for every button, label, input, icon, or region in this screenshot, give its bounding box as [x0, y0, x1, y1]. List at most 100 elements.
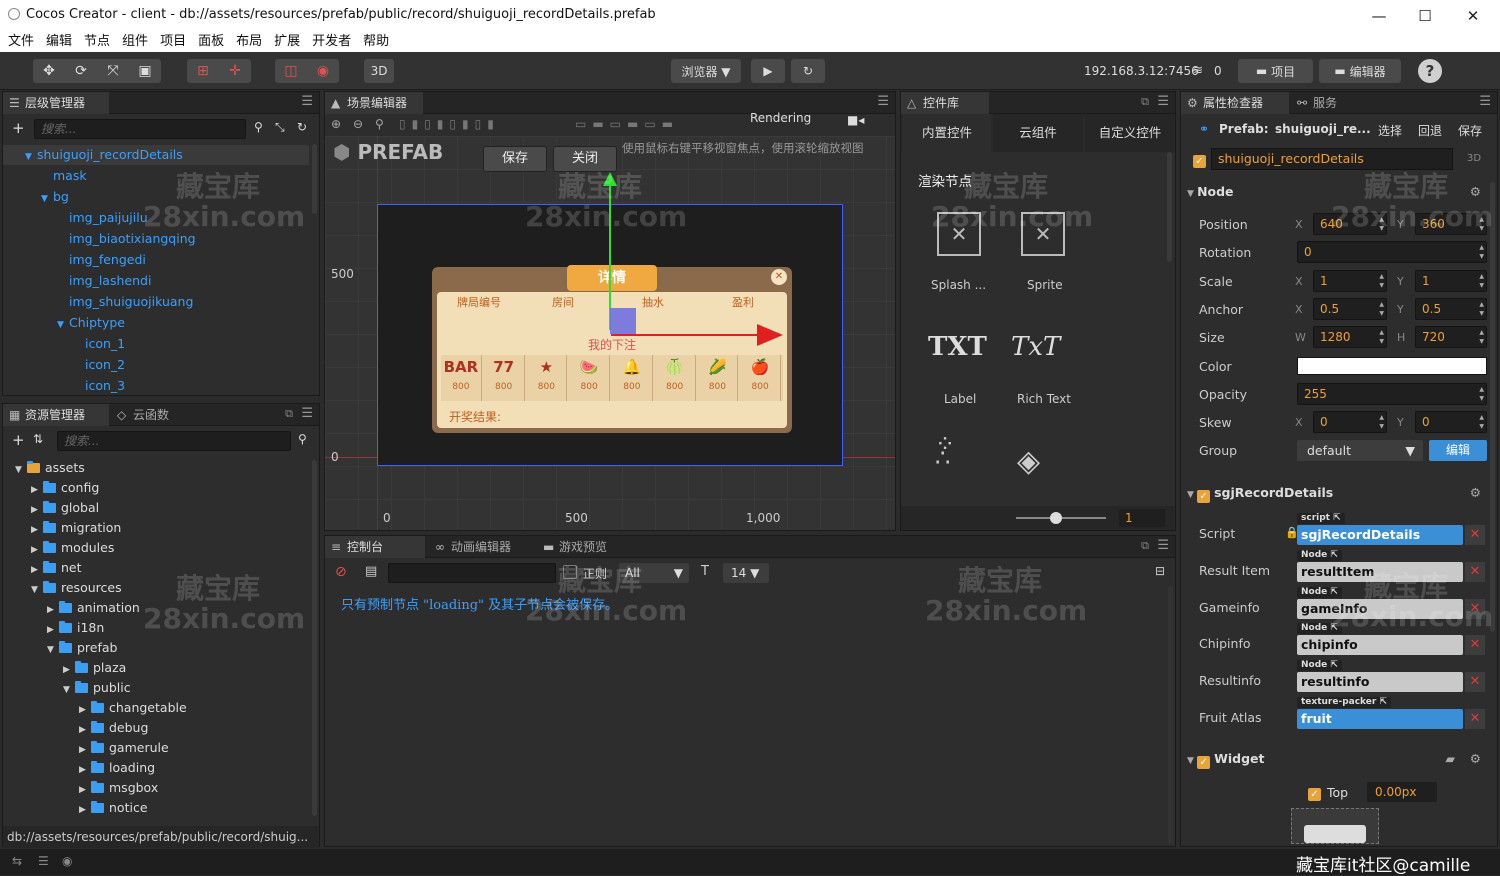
zoom-slider-handle[interactable] — [1050, 512, 1062, 524]
zoom-reset-icon[interactable]: ⚲ — [375, 117, 384, 131]
gear-icon[interactable]: ⚙ — [1470, 751, 1481, 766]
panel-menu-icon[interactable]: ☰ — [877, 94, 889, 109]
tab-cloud-widgets[interactable]: 云组件 — [993, 114, 1083, 152]
asset-item[interactable]: ▶ net — [31, 558, 82, 578]
minimize-button[interactable]: — — [1356, 2, 1402, 29]
field-value[interactable]: resultItem — [1297, 561, 1463, 582]
prop-input-a[interactable]: 0 — [1313, 411, 1387, 434]
refresh-icon[interactable]: ↻ — [297, 120, 307, 134]
menu-help[interactable]: 帮助 — [363, 31, 389, 52]
asset-item[interactable]: ▶ notice — [79, 798, 148, 818]
camera-icon[interactable]: ■◂ — [847, 113, 864, 127]
menu-extension[interactable]: 扩展 — [274, 31, 300, 52]
widget-section-header[interactable]: ▼ ✓ Widget ▰ ⚙ — [1187, 751, 1491, 773]
prop-input-a[interactable]: 1 — [1313, 269, 1387, 292]
clear-field-icon[interactable]: ✕ — [1465, 709, 1485, 729]
add-asset-icon[interactable]: + — [12, 431, 25, 449]
color-swatch[interactable] — [1297, 356, 1487, 375]
log-level-select[interactable]: All ▼ — [619, 563, 689, 583]
asset-item[interactable]: ▼ public — [63, 678, 131, 698]
asset-item[interactable]: ▼ prefab — [47, 638, 118, 658]
asset-item[interactable]: ▶ config — [31, 478, 99, 498]
widget-top-checkbox[interactable]: ✓ — [1308, 784, 1325, 801]
wifi-icon[interactable]: ◉ — [62, 854, 72, 868]
rect-tool-icon[interactable]: ▣ — [129, 59, 161, 83]
assets-scrollbar[interactable] — [312, 460, 317, 816]
splash-sprite-icon[interactable]: ✕ — [937, 212, 981, 256]
menu-developer[interactable]: 开发者 — [312, 31, 351, 52]
toggle-3d-button[interactable]: 3D — [364, 59, 394, 83]
tab-game-preview[interactable]: ▬ 游戏预览 — [537, 536, 629, 558]
panel-menu-icon[interactable]: ☰ — [1157, 94, 1169, 109]
collapse-log-icon[interactable]: ⊟ — [1155, 564, 1165, 578]
zoom-in-icon[interactable]: ⊕ — [331, 117, 341, 131]
prop-input-b[interactable]: 360 — [1415, 213, 1487, 235]
open-editor-button[interactable]: ▬ 编辑器 — [1319, 59, 1401, 83]
sort-icon[interactable]: ⇅ — [33, 432, 43, 446]
font-size-select[interactable]: 14 ▼ — [723, 563, 769, 583]
node-name-input[interactable]: shuiguoji_recordDetails — [1211, 148, 1453, 170]
asset-item[interactable]: ▼ resources — [31, 578, 122, 598]
particle-widget-icon[interactable]: ⁘ ∴ — [935, 432, 955, 470]
asset-item[interactable]: ▶ gamerule — [79, 738, 169, 758]
asset-item[interactable]: ▶ changetable — [79, 698, 187, 718]
chevron-right-icon[interactable]: ▶ — [63, 660, 75, 680]
edit-group-button[interactable]: 编辑 — [1429, 440, 1487, 462]
menu-edit[interactable]: 编辑 — [46, 31, 72, 52]
node-section-header[interactable]: ▼ Node ⚙ — [1187, 184, 1491, 206]
clear-field-icon[interactable]: ✕ — [1465, 672, 1485, 693]
expand-arrow-icon[interactable]: ▼ — [41, 189, 53, 209]
prop-input-a[interactable]: 1280 — [1313, 326, 1387, 349]
hierarchy-search-input[interactable]: 搜索... — [34, 119, 246, 139]
save-prefab-button[interactable]: 保存 — [483, 146, 547, 172]
tiledmap-widget-icon[interactable]: ◈ — [1017, 447, 1040, 477]
check-icon[interactable]: ✓ — [1197, 756, 1211, 769]
hierarchy-node[interactable]: icon_1 — [73, 334, 125, 354]
open-log-icon[interactable]: ▤ — [365, 564, 377, 579]
asset-item[interactable]: ▶ migration — [31, 518, 121, 538]
float-icon[interactable]: ⧉ — [285, 407, 293, 421]
rich-text-widget-icon[interactable]: TxT — [1011, 332, 1060, 362]
scale-tool-icon[interactable]: ⤧ — [97, 59, 129, 83]
asset-item[interactable]: ▶ loading — [79, 758, 155, 778]
preview-browser-select[interactable]: 浏览器 ▼ — [671, 59, 741, 83]
external-link-icon[interactable]: ⇱ — [1333, 513, 1341, 523]
widget-alignment-preview[interactable] — [1291, 808, 1379, 844]
hierarchy-scrollbar[interactable] — [312, 144, 317, 214]
clear-field-icon[interactable]: ✕ — [1465, 598, 1485, 619]
menu-file[interactable]: 文件 — [8, 31, 34, 52]
menu-panel[interactable]: 面板 — [198, 31, 224, 52]
asset-item[interactable]: ▶ modules — [31, 538, 114, 558]
tab-hierarchy[interactable]: ☰ 层级管理器 — [3, 92, 109, 114]
tab-animation-editor[interactable]: ∞ 动画编辑器 — [429, 536, 535, 558]
gear-icon[interactable]: ⚙ — [1470, 184, 1481, 199]
clear-field-icon[interactable]: ✕ — [1465, 635, 1485, 656]
search-icon[interactable]: ⚲ — [254, 120, 263, 134]
close-prefab-button[interactable]: 关闭 — [553, 146, 617, 172]
field-value[interactable]: gameInfo — [1297, 598, 1463, 619]
field-value[interactable]: chipinfo — [1297, 635, 1463, 656]
prop-input-a[interactable]: 640 — [1313, 213, 1387, 235]
prop-input[interactable]: 0 — [1297, 241, 1487, 264]
asset-item[interactable]: ▶ global — [31, 498, 99, 518]
tab-scene-editor[interactable]: ▲ 场景编辑器 — [325, 92, 423, 114]
group-select[interactable]: default ▼ — [1297, 440, 1423, 462]
chevron-right-icon[interactable]: ▶ — [47, 600, 59, 620]
asset-item[interactable]: ▶ msgbox — [79, 778, 158, 798]
book-icon[interactable]: ▰ — [1445, 751, 1455, 766]
hierarchy-node[interactable]: ▼ bg — [41, 187, 69, 207]
local-coord-icon[interactable]: ✛ — [219, 59, 251, 83]
rendering-select[interactable]: Rendering — [750, 111, 811, 125]
tab-builtin-widgets[interactable]: 内置控件 — [903, 114, 991, 152]
search-icon[interactable]: ⚲ — [298, 432, 307, 446]
float-icon[interactable]: ⧉ — [1141, 539, 1149, 553]
expand-arrow-icon[interactable]: ▼ — [57, 315, 69, 335]
align-tools-icon[interactable]: ▯▮▯▮▯▮▯▮ — [399, 117, 500, 131]
external-link-icon[interactable]: ⇱ — [1379, 697, 1387, 707]
field-value[interactable]: resultinfo — [1297, 672, 1463, 693]
tab-console[interactable]: ≡ 控制台 — [325, 536, 425, 558]
panel-menu-icon[interactable]: ☰ — [1157, 538, 1169, 553]
refresh-icon[interactable]: ↻ — [791, 59, 825, 83]
snap-icon[interactable]: ◫ — [275, 59, 307, 83]
clear-field-icon[interactable]: ✕ — [1465, 561, 1485, 582]
